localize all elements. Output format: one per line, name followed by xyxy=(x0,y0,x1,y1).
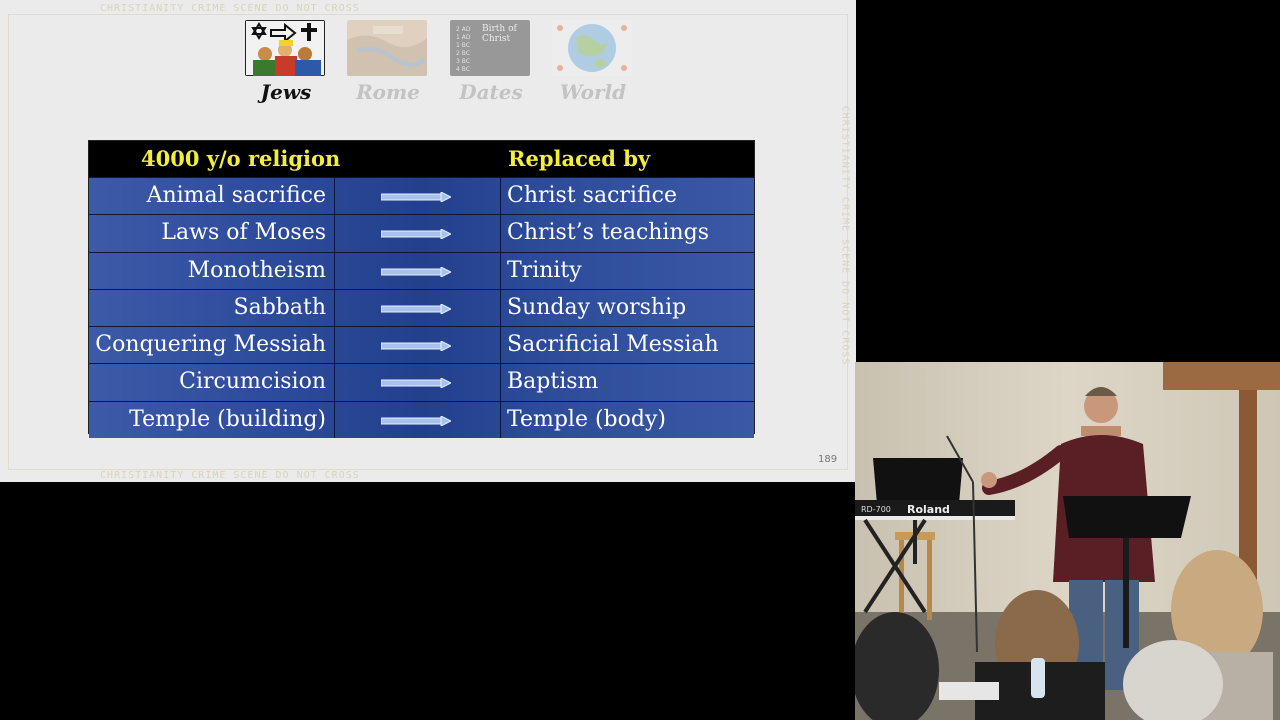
replacement-arrow-cell xyxy=(335,215,501,252)
original-practice-cell: Laws of Moses xyxy=(89,215,335,252)
table-row: Animal sacrifice Christ sacrifice xyxy=(89,177,754,215)
puzzle-label-jews: Jews xyxy=(260,80,312,104)
replacement-arrow-cell xyxy=(335,364,501,401)
replacement-arrow-cell xyxy=(335,178,501,215)
right-arrow-icon xyxy=(381,303,451,314)
header-original-religion: 4000 y/o religion xyxy=(141,146,341,171)
right-arrow-icon xyxy=(381,378,451,389)
replacement-cell: Trinity xyxy=(507,257,582,283)
original-practice-cell: Animal sacrifice xyxy=(89,178,335,215)
rome-map-icon xyxy=(347,20,427,76)
replacement-cell: Christ sacrifice xyxy=(507,183,677,208)
replacement-cell: Temple (body) xyxy=(507,406,666,432)
crime-tape-top: CHRISTIANITY CRIME SCENE DO NOT CROSS xyxy=(100,3,360,14)
globe-icon xyxy=(552,20,632,76)
table-row: Conquering Messiah Sacrificial Messiah xyxy=(89,326,754,364)
dates-list: 2 AD 1 AD 1 BC 2 BC 3 BC 4 BC xyxy=(456,26,471,73)
crime-tape-bottom: CHRISTIANITY CRIME SCENE DO NOT CROSS xyxy=(100,470,360,481)
puzzle-label-rome: Rome xyxy=(356,80,420,104)
table-body: Animal sacrifice Christ sacrifice Laws of … xyxy=(89,177,754,439)
slide-page-number: 189 xyxy=(818,454,838,465)
original-practice-cell: Temple (building) xyxy=(89,401,335,439)
replacement-arrow-cell xyxy=(335,252,501,289)
right-arrow-icon xyxy=(381,415,451,426)
table-row: Monotheism Trinity xyxy=(89,251,754,289)
table-header: 4000 y/o religion Replaced by xyxy=(89,141,754,177)
crime-tape-right: CHRISTIANITY CRIME SCENE DO NOT CROSS xyxy=(839,105,851,366)
dates-title: Birth of Christ xyxy=(482,24,517,44)
speaker-scene-image: RD-700 Roland xyxy=(855,362,1280,720)
keyboard-model-text: RD-700 xyxy=(861,505,891,514)
table-row: Temple (building) Temple (body) xyxy=(89,400,754,439)
right-arrow-icon xyxy=(381,192,451,202)
puzzle-piece-world xyxy=(552,20,632,76)
puzzle-piece-dates: 2 AD 1 AD 1 BC 2 BC 3 BC 4 BC Birth of C… xyxy=(450,20,530,76)
right-arrow-icon xyxy=(381,266,451,277)
table-row: Sabbath Sunday worship xyxy=(89,288,754,327)
right-arrow-icon xyxy=(381,229,451,240)
table-row: Circumcision Baptism xyxy=(89,363,754,401)
header-replaced-by: Replaced by xyxy=(508,146,651,171)
jews-illustration-icon xyxy=(245,20,325,76)
replacement-cell: Christ’s teachings xyxy=(507,220,710,246)
right-arrow-icon xyxy=(381,341,451,352)
replacement-cell: Sunday worship xyxy=(507,294,687,320)
replacement-arrow-cell xyxy=(335,289,501,327)
puzzle-piece-rome xyxy=(347,20,427,76)
replacement-cell: Baptism xyxy=(507,369,599,395)
replacement-table: 4000 y/o religion Replaced by Animal sac… xyxy=(88,140,755,439)
original-practice-cell: Conquering Messiah xyxy=(89,327,335,364)
original-practice-cell: Monotheism xyxy=(89,252,335,289)
presentation-slide: CHRISTIANITY CRIME SCENE DO NOT CROSS CH… xyxy=(0,0,856,482)
keyboard-brand-text: Roland xyxy=(907,503,950,516)
puzzle-label-world: World xyxy=(559,80,627,104)
replacement-cell: Sacrificial Messiah xyxy=(507,332,719,358)
replacement-arrow-cell xyxy=(335,327,501,364)
speaker-camera-feed: RD-700 Roland xyxy=(855,362,1280,720)
puzzle-piece-jews xyxy=(245,20,325,76)
table-row: Laws of Moses Christ’s teachings xyxy=(89,214,754,252)
original-practice-cell: Circumcision xyxy=(89,364,335,401)
original-practice-cell: Sabbath xyxy=(89,289,335,327)
puzzle-label-dates: Dates xyxy=(459,80,523,104)
replacement-arrow-cell xyxy=(335,401,501,439)
